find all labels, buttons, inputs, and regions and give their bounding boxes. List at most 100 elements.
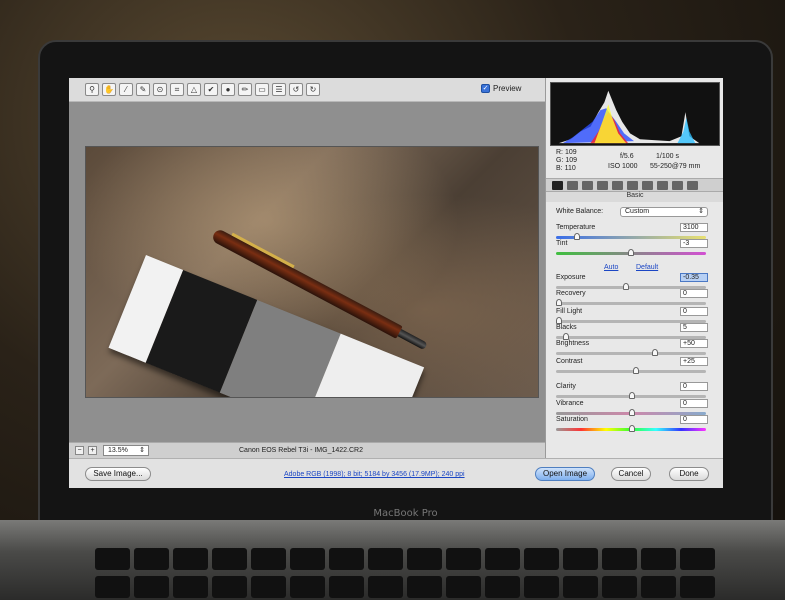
image-canvas[interactable] [69,102,545,442]
keyboard-key [173,548,208,570]
vibrance-slider-thumb[interactable] [629,409,635,416]
tab-camera-calibration-icon[interactable] [657,181,668,190]
shutter-value: 1/100 s [656,153,679,160]
exposure-value-field[interactable]: -0.35 [680,273,708,282]
keyboard-key [329,548,364,570]
vibrance-label: Vibrance [556,400,584,407]
white-balance-select[interactable]: Custom ⇕ [620,207,708,217]
keyboard-key [407,548,442,570]
keyboard-key [407,576,442,598]
exposure-label: Exposure [556,274,586,281]
zoom-tool-icon[interactable]: ⚲ [85,83,99,96]
default-link[interactable]: Default [636,264,658,271]
status-bar: − + 13.5% ⇕ Canon EOS Rebel T3i - IMG_14… [69,442,545,458]
photo-preview[interactable] [85,146,539,398]
contrast-value-field[interactable]: +25 [680,357,708,366]
crop-tool-icon[interactable]: ⌗ [170,83,184,96]
keyboard-key [251,576,286,598]
vibrance-value-field[interactable]: 0 [680,399,708,408]
cancel-button[interactable]: Cancel [611,467,651,481]
tab-split-toning-icon[interactable] [612,181,623,190]
contrast-slider[interactable] [556,370,706,373]
fill-light-value-field[interactable]: 0 [680,307,708,316]
keyboard-key [641,548,676,570]
panel-tabs [546,178,723,192]
done-button[interactable]: Done [669,467,709,481]
preview-toggle[interactable]: ✓ Preview [481,84,521,93]
keyboard-key [212,548,247,570]
keyboard-key [446,548,481,570]
target-adjustment-tool-icon[interactable]: ⊙ [153,83,167,96]
keyboard-key [95,576,130,598]
blacks-label: Blacks [556,324,577,331]
g-label: G: [556,157,564,164]
tab-lens-corrections-icon[interactable] [627,181,638,190]
recovery-label: Recovery [556,290,586,297]
brightness-slider-thumb[interactable] [652,349,659,356]
tab-detail-icon[interactable] [582,181,593,190]
preferences-icon[interactable]: ☰ [272,83,286,96]
straighten-tool-icon[interactable]: △ [187,83,201,96]
blacks-value-field[interactable]: 5 [680,323,708,332]
saturation-value-field[interactable]: 0 [680,415,708,424]
tint-slider-thumb[interactable] [627,249,634,256]
keyboard-key [251,548,286,570]
workflow-options-link[interactable]: Adobe RGB (1998); 8 bit; 5184 by 3456 (1… [284,471,465,478]
recovery-slider[interactable] [556,302,706,305]
zoom-in-button[interactable]: + [88,446,97,455]
temperature-slider-thumb[interactable] [573,233,580,240]
brightness-value-field[interactable]: +50 [680,339,708,348]
hand-tool-icon[interactable]: ✋ [102,83,116,96]
adjustment-brush-tool-icon[interactable]: ✏ [238,83,252,96]
tint-value-field[interactable]: -3 [680,239,708,248]
graduated-filter-tool-icon[interactable]: ▭ [255,83,269,96]
focal-length-value: 55-250@79 mm [650,163,701,170]
exposure-slider-thumb[interactable] [623,283,630,290]
tab-snapshots-icon[interactable] [687,181,698,190]
tint-label: Tint [556,240,568,247]
b-value: 110 [564,165,576,172]
histogram [550,82,720,146]
iso-value: ISO 1000 [608,163,638,170]
rotate-left-icon[interactable]: ↺ [289,83,303,96]
open-image-button[interactable]: Open Image [535,467,595,481]
recovery-value-field[interactable]: 0 [680,289,708,298]
recovery-slider-thumb[interactable] [556,299,562,306]
keyboard-key [95,548,130,570]
keyboard-key [563,548,598,570]
keyboard-key [602,576,637,598]
preview-checkbox[interactable]: ✓ [481,84,490,93]
auto-link[interactable]: Auto [604,264,618,271]
brightness-slider[interactable] [556,352,706,355]
temperature-value-field[interactable]: 3100 [680,223,708,232]
saturation-slider-thumb[interactable] [629,425,635,432]
zoom-level-select[interactable]: 13.5% ⇕ [103,445,149,456]
keyboard-key [524,576,559,598]
chevron-down-icon: ⇕ [698,208,704,215]
clarity-slider-thumb[interactable] [629,392,635,399]
bottom-bar: Save Image... Adobe RGB (1998); 8 bit; 5… [69,458,723,488]
fill-light-label: Fill Light [556,308,583,315]
tab-effects-icon[interactable] [642,181,653,190]
rotate-right-icon[interactable]: ↻ [306,83,320,96]
tab-hsl-icon[interactable] [597,181,608,190]
adjustments-panel: R: 109 G: 109 B: 110 f/5.6 1/100 s ISO 1… [545,78,723,458]
color-sampler-tool-icon[interactable]: ✎ [136,83,150,96]
clarity-value-field[interactable]: 0 [680,382,708,391]
fill-light-slider-thumb[interactable] [556,317,562,324]
g-value: 109 [565,157,578,164]
blacks-slider-thumb[interactable] [563,333,570,340]
info-readout: R: 109 G: 109 B: 110 f/5.6 1/100 s ISO 1… [552,148,720,178]
tab-presets-icon[interactable] [672,181,683,190]
tab-tone-curve-icon[interactable] [567,181,578,190]
white-balance-tool-icon[interactable]: ⁄ [119,83,133,96]
zoom-out-button[interactable]: − [75,446,84,455]
tab-basic-icon[interactable] [552,181,563,190]
red-eye-tool-icon[interactable]: ● [221,83,235,96]
spot-removal-tool-icon[interactable]: ✔ [204,83,218,96]
save-image-button[interactable]: Save Image... [85,467,151,481]
clarity-label: Clarity [556,383,576,390]
contrast-slider-thumb[interactable] [633,367,640,374]
contrast-label: Contrast [556,358,583,365]
panel-title: Basic [546,192,723,202]
